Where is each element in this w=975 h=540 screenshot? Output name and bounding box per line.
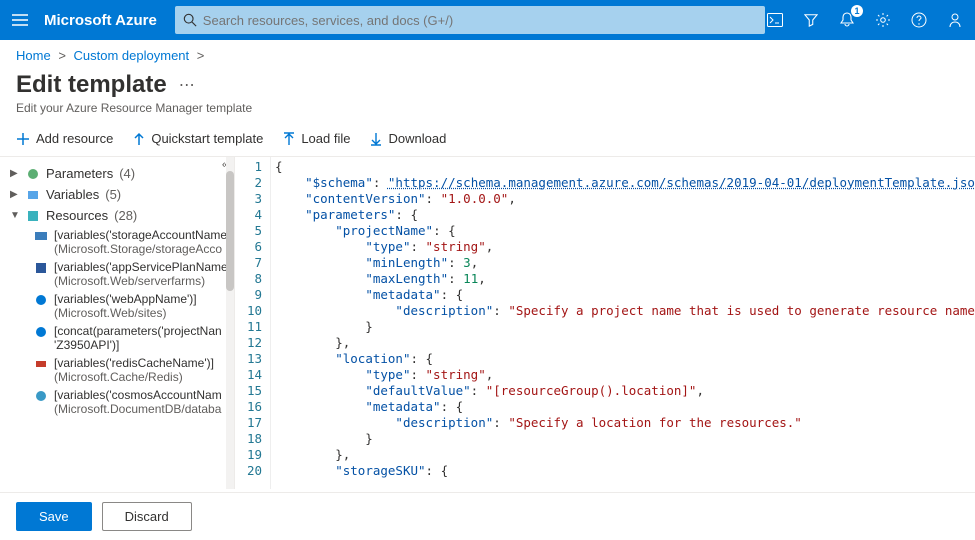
notification-badge: 1 — [851, 5, 863, 17]
resource-item-storage[interactable]: [variables('storageAccountName(Microsoft… — [34, 226, 230, 258]
upload-arrow-icon — [133, 132, 145, 146]
resource-item-webapp[interactable]: [variables('webAppName')](Microsoft.Web/… — [34, 290, 230, 322]
resource-item-z3950api[interactable]: [concat(parameters('projectNan'Z3950API'… — [34, 322, 230, 354]
more-actions-icon[interactable]: ⋯ — [179, 75, 195, 95]
breadcrumb: Home > Custom deployment > — [0, 40, 975, 67]
add-resource-button[interactable]: Add resource — [16, 131, 113, 146]
settings-gear-icon[interactable] — [873, 10, 893, 30]
resource-item-redis[interactable]: [variables('redisCacheName')](Microsoft.… — [34, 354, 230, 386]
breadcrumb-separator: > — [197, 48, 205, 63]
breadcrumb-separator: > — [58, 48, 66, 63]
page-title: Edit template — [16, 71, 167, 99]
breadcrumb-custom-deployment[interactable]: Custom deployment — [74, 48, 190, 63]
variables-icon — [26, 188, 40, 202]
page-subtitle: Edit your Azure Resource Manager templat… — [0, 101, 975, 125]
chevron-down-icon: ▼ — [10, 210, 20, 221]
tree-variables-node[interactable]: ▶ Variables (5) — [10, 184, 230, 205]
hamburger-menu-icon[interactable] — [10, 10, 30, 30]
feedback-icon[interactable] — [945, 10, 965, 30]
redis-icon — [34, 357, 48, 371]
breadcrumb-home[interactable]: Home — [16, 48, 51, 63]
download-icon — [370, 132, 382, 146]
tree-parameters-node[interactable]: ▶ Parameters (4) — [10, 163, 230, 184]
load-file-icon — [283, 132, 295, 146]
code-content[interactable]: { "$schema": "https://schema.management.… — [271, 157, 975, 489]
quickstart-template-button[interactable]: Quickstart template — [133, 131, 263, 146]
global-search[interactable] — [175, 6, 765, 34]
chevron-right-icon: ▶ — [10, 189, 20, 200]
tree-scrollbar-thumb[interactable] — [226, 171, 234, 291]
resource-item-appserviceplan[interactable]: [variables('appServicePlanName(Microsoft… — [34, 258, 230, 290]
chevron-right-icon: ▶ — [10, 168, 20, 179]
search-input[interactable] — [203, 13, 757, 28]
help-icon[interactable] — [909, 10, 929, 30]
resource-item-cosmos[interactable]: [variables('cosmosAccountNam(Microsoft.D… — [34, 386, 230, 418]
plus-icon — [16, 132, 30, 146]
resources-icon — [26, 209, 40, 223]
tree-resources-node[interactable]: ▼ Resources (28) — [10, 205, 230, 226]
discard-button[interactable]: Discard — [102, 502, 192, 531]
parameters-icon — [26, 167, 40, 181]
web-app-icon — [34, 293, 48, 307]
directories-filter-icon[interactable] — [801, 10, 821, 30]
web-app-icon — [34, 325, 48, 339]
line-gutter: 1234567891011121314151617181920 — [235, 157, 271, 489]
load-file-button[interactable]: Load file — [283, 131, 350, 146]
cloud-shell-icon[interactable] — [765, 10, 785, 30]
cosmos-db-icon — [34, 389, 48, 403]
notifications-icon[interactable]: 1 — [837, 10, 857, 30]
storage-icon — [34, 229, 48, 243]
app-service-plan-icon — [34, 261, 48, 275]
download-button[interactable]: Download — [370, 131, 446, 146]
search-icon — [183, 13, 197, 27]
save-button[interactable]: Save — [16, 502, 92, 531]
code-editor[interactable]: 1234567891011121314151617181920 { "$sche… — [235, 157, 975, 489]
brand-label: Microsoft Azure — [44, 12, 157, 29]
